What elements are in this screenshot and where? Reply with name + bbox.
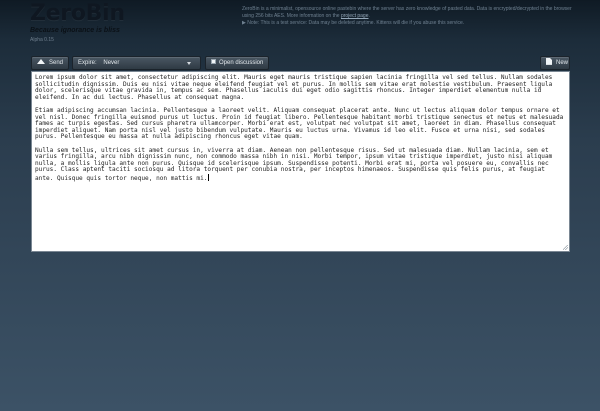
new-label: New (556, 60, 569, 66)
paste-paragraph: Etiam adipiscing accumsan lacinia. Pelle… (35, 106, 564, 141)
paste-textarea[interactable]: Lorem ipsum dolor sit amet, consectetur … (31, 71, 570, 252)
expire-value: Never (103, 60, 120, 66)
upload-arrow-icon (37, 58, 45, 64)
document-icon (546, 57, 552, 65)
checkbox-icon[interactable] (211, 58, 216, 64)
send-label: Send (49, 60, 64, 66)
paste-paragraph-text: Nulla sem tellus, ultrices sit amet curs… (35, 146, 553, 182)
text-cursor (208, 173, 210, 181)
app-title: ZeroBin (30, 1, 125, 26)
test-service-note: ▶ Note: This is a test service: Data may… (242, 20, 465, 27)
toolbar: Send Expire: Never Open discussion New (31, 56, 570, 70)
app-version: Alpha 0.15 (30, 37, 54, 43)
expire-label: Expire: (78, 60, 97, 66)
send-button[interactable]: Send (31, 56, 69, 70)
open-discussion-label: Open discussion (219, 60, 264, 66)
new-button[interactable]: New (540, 56, 570, 70)
app-subtitle: Because ignorance is bliss (30, 27, 120, 34)
open-discussion-checkbox[interactable]: Open discussion (205, 56, 269, 70)
chevron-down-icon (187, 62, 191, 65)
about-link-suffix: . (368, 13, 370, 20)
paste-paragraph: Nulla sem tellus, ultrices sit amet curs… (35, 146, 566, 183)
about-description: ZeroBin is a minimalist, opensource onli… (242, 6, 572, 20)
expire-select[interactable]: Expire: Never (72, 56, 201, 70)
about-text: ZeroBin is a minimalist, opensource onli… (242, 6, 572, 28)
logo-block: ZeroBin Because ignorance is bliss Alpha… (30, 1, 125, 44)
project-page-link[interactable]: project page (341, 13, 369, 19)
paste-paragraph: Lorem ipsum dolor sit amet, consectetur … (35, 74, 553, 101)
resize-handle[interactable] (563, 245, 568, 250)
